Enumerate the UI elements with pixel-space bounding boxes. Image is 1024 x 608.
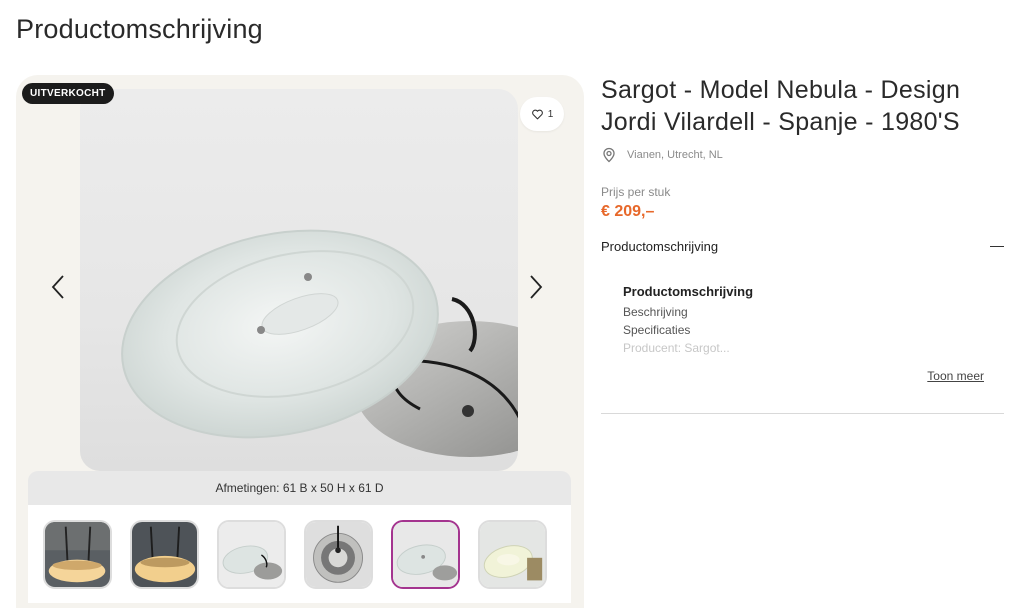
description-line: Producent: Sargot...: [623, 341, 730, 355]
description-heading: Productomschrijving: [623, 284, 754, 299]
dimensions-bar: Afmetingen: 61 B x 50 H x 61 D: [28, 471, 571, 505]
sold-out-badge: UITVERKOCHT: [22, 83, 114, 104]
location: Vianen, Utrecht, NL: [601, 147, 1006, 163]
chevron-left-icon: [51, 275, 64, 299]
product-title: Sargot - Model Nebula - Design Jordi Vil…: [601, 74, 1006, 138]
thumbnail-strip: [28, 505, 571, 603]
image-gallery: UITVERKOCHT 1 Afmetingen: 61 B x 50 H x …: [16, 75, 584, 608]
page-heading: Productomschrijving: [16, 14, 263, 44]
description-accordion-header[interactable]: Productomschrijving: [601, 239, 1004, 254]
product-title-line-1: Sargot - Model Nebula - Design: [601, 76, 961, 104]
thumbnail-5[interactable]: [391, 519, 460, 589]
collapse-icon[interactable]: [990, 240, 1004, 254]
thumbnail-6[interactable]: [478, 519, 547, 589]
product-title-line-2: Jordi Vilardell - Spanje - 1980'S: [601, 108, 960, 136]
heart-icon: [531, 109, 543, 119]
main-product-image[interactable]: [80, 89, 518, 471]
thumbnail-1[interactable]: [43, 519, 112, 589]
lamp-photo: [121, 229, 518, 457]
price-label: Prijs per stuk: [601, 185, 671, 199]
thumbnail-4[interactable]: [304, 519, 373, 589]
next-image-button[interactable]: [524, 270, 548, 304]
product-info: Sargot - Model Nebula - Design Jordi Vil…: [601, 74, 1006, 414]
description-line: Beschrijving: [623, 305, 688, 319]
previous-image-button[interactable]: [46, 270, 70, 304]
accordion-title: Productomschrijving: [601, 239, 719, 254]
description-line: Specificaties: [623, 323, 691, 337]
divider: [601, 413, 1004, 414]
favorite-count: 1: [547, 108, 554, 120]
location-text: Vianen, Utrecht, NL: [627, 149, 723, 161]
chevron-right-icon: [530, 275, 543, 299]
thumbnail-2[interactable]: [130, 519, 199, 589]
show-more-link[interactable]: Toon meer: [601, 369, 984, 383]
location-pin-icon: [603, 147, 615, 163]
thumbnail-3[interactable]: [217, 519, 286, 589]
description-content: Productomschrijving Beschrijving Specifi…: [623, 284, 1006, 355]
favorite-button[interactable]: 1: [520, 97, 564, 131]
price: € 209,–: [601, 203, 655, 220]
